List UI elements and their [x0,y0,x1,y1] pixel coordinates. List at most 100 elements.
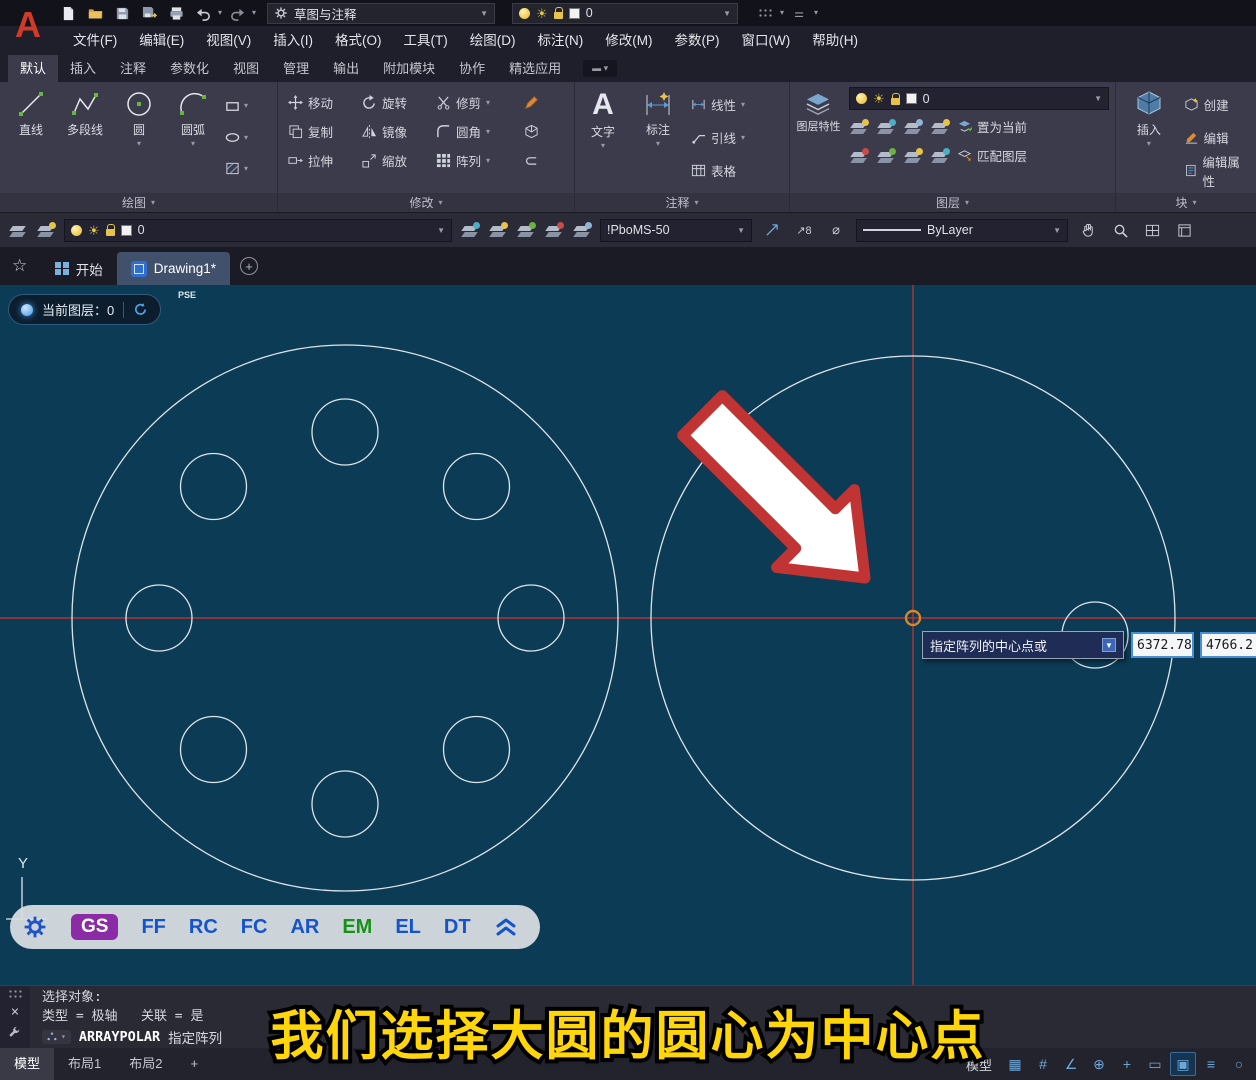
shortcut-ar[interactable]: AR [290,916,319,939]
layer-tool-1[interactable] [460,222,480,238]
undo-button[interactable] [191,2,215,24]
dynamic-input-toggle-icon[interactable]: ▣ [1170,1052,1196,1076]
line-button[interactable]: 直线 [4,84,58,191]
array-button[interactable]: 阵列 ▾ [436,148,511,173]
close-icon[interactable]: × [11,1005,19,1019]
menu-window[interactable]: 窗口(W) [731,26,802,55]
polar-toggle-icon[interactable]: ∠ [1058,1052,1084,1076]
open-file-button[interactable] [83,2,107,24]
drawing-area[interactable]: 当前图层：0 PSE 指定阵列的中心点或 ▼ 6372.78 4766.2 Y … [0,285,1256,985]
properties-palette-button[interactable] [1172,219,1196,241]
diameter-button[interactable]: ⌀ [824,219,848,241]
layer-lock-button[interactable] [930,118,950,135]
drag-handle-icon[interactable] [8,989,22,999]
menu-draw[interactable]: 绘图(D) [459,26,527,55]
ribbon-tab-view[interactable]: 视图 [221,55,271,82]
layer-freeze-button[interactable] [903,118,923,135]
toolbar-layer-dropdown[interactable]: ☀ 0 ▼ [64,218,452,242]
pan-button[interactable] [1076,219,1100,241]
layer-states-button[interactable] [36,222,56,238]
layer-tool-5[interactable] [572,222,592,238]
zoom-button[interactable] [1108,219,1132,241]
linear-dim-button[interactable]: 线性 ▾ [691,92,745,117]
viewport-button[interactable] [1140,219,1164,241]
rectangle-button[interactable]: ▾ [220,95,253,117]
command-options-chip[interactable]: ▾ [42,1030,71,1044]
panel-draw-label[interactable]: 绘图 ▾ [0,193,277,212]
menu-insert[interactable]: 插入(I) [262,26,324,55]
menu-edit[interactable]: 编辑(E) [128,26,195,55]
gear-icon[interactable] [22,914,48,940]
text-style-dropdown[interactable]: !PboMS-50 ▼ [600,218,752,242]
annotation-visibility-button[interactable]: ↗8 [792,219,816,241]
circle-button[interactable]: 圆 ▾ [112,84,166,191]
refresh-icon[interactable] [133,302,148,317]
ribbon-tab-featured[interactable]: 精选应用 [497,55,573,82]
snap-toggle-icon[interactable]: # [1030,1052,1056,1076]
break-button[interactable]: ⊂ [519,148,543,173]
tab-drawing1[interactable]: Drawing1* [116,252,231,285]
qat-customize-button[interactable] [753,2,777,24]
shortcut-gs[interactable]: GS [71,914,119,940]
shortcut-fc[interactable]: FC [241,916,268,939]
undo-caret-icon[interactable]: ▾ [218,9,222,17]
grid-toggle-icon[interactable]: ▦ [1002,1052,1028,1076]
fillet-button[interactable]: 圆角 ▾ [436,119,511,144]
workspace-switch-icon[interactable]: ≡ [1198,1052,1224,1076]
table-button[interactable]: 表格 [691,158,745,183]
shortcut-rc[interactable]: RC [189,916,218,939]
tab-layout1[interactable]: 布局1 [54,1048,115,1080]
array-circle-5[interactable] [311,770,379,838]
array-circle-8[interactable] [179,452,248,521]
menu-dimension[interactable]: 标注(N) [527,26,595,55]
ribbon-tab-parametric[interactable]: 参数化 [158,55,221,82]
layer-tool-4[interactable] [544,222,564,238]
isolate-toggle-icon[interactable]: ○ [1226,1052,1252,1076]
lineweight-toggle-icon[interactable]: ▭ [1142,1052,1168,1076]
ribbon-tab-addins[interactable]: 附加模块 [371,55,447,82]
ribbon-tab-home[interactable]: 默认 [8,55,59,82]
insert-block-button[interactable]: 插入 ▾ [1124,84,1174,191]
menu-file[interactable]: 文件(F) [62,26,128,55]
new-tab-button[interactable]: + [240,257,259,275]
mirror-button[interactable]: 镜像 [362,119,428,144]
stretch-button[interactable]: 拉伸 [288,148,354,173]
shortcut-el[interactable]: EL [395,916,421,939]
layer-unlock-button[interactable] [903,147,923,164]
layer-off-button[interactable] [849,118,869,135]
scale-button[interactable]: 缩放 [362,148,428,173]
hatch-button[interactable]: ▾ [220,158,253,180]
workspace-selector[interactable]: 草图与注释 ▼ [267,2,496,24]
titlebar-layer-dropdown[interactable]: ☀ 0 ▼ [512,2,739,24]
make-current-button[interactable]: 置为当前 [957,114,1027,139]
layer-properties-button[interactable]: 图层特性 [796,87,841,188]
layer-list-button[interactable] [8,222,28,238]
layer-tool-3[interactable] [516,222,536,238]
ribbon-tab-insert[interactable]: 插入 [58,55,108,82]
ribbon-tab-annotate[interactable]: 注释 [108,55,158,82]
layer-on-all-button[interactable] [849,147,869,164]
wrench-icon[interactable] [8,1025,22,1039]
panel-block-label[interactable]: 块 ▾ [1116,193,1256,212]
trim-button[interactable]: 修剪 ▾ [436,90,511,115]
tab-layout2[interactable]: 布局2 [115,1048,176,1080]
menu-modify[interactable]: 修改(M) [594,26,663,55]
match-layer-button[interactable]: 匹配图层 [957,143,1027,168]
plot-button[interactable] [164,2,188,24]
menu-tools[interactable]: 工具(T) [393,26,459,55]
polyline-button[interactable]: 多段线 [58,84,112,191]
array-circle-4[interactable] [442,715,511,784]
ribbon-tab-output[interactable]: 输出 [321,55,371,82]
move-button[interactable]: 移动 [288,90,354,115]
favorites-star-icon[interactable]: ☆ [12,256,27,276]
layer-isolate-button[interactable] [876,118,896,135]
erase-button[interactable] [519,90,543,115]
tab-model[interactable]: 模型 [0,1048,55,1080]
leader-button[interactable]: 引线 ▾ [691,125,745,150]
menu-view[interactable]: 视图(V) [195,26,262,55]
edit-attributes-button[interactable]: 编辑属性 [1184,156,1248,189]
ribbon-layer-dropdown[interactable]: ☀ 0 ▼ [848,87,1109,110]
arc-button[interactable]: 圆弧 ▾ [166,84,220,191]
edit-block-button[interactable]: 编辑 [1184,125,1248,150]
osnap-toggle-icon[interactable]: ⊕ [1086,1052,1112,1076]
